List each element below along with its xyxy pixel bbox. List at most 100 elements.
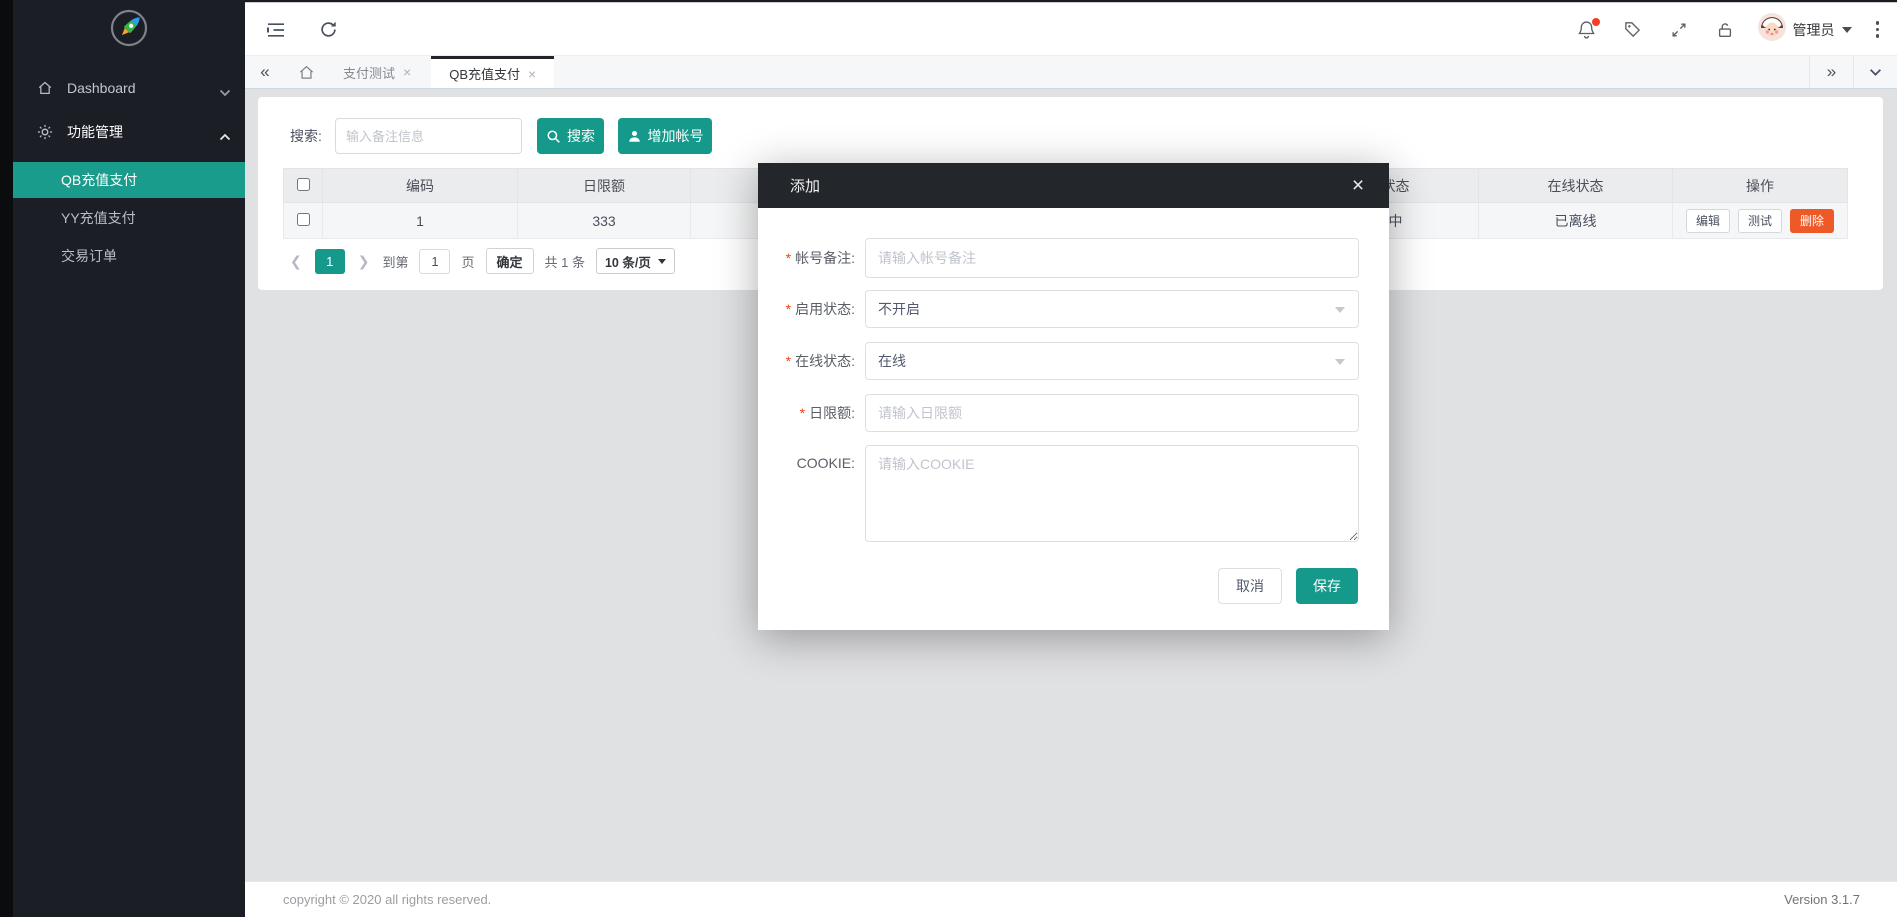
tab-spacer: [554, 56, 1809, 88]
notification-badge: [1592, 18, 1600, 26]
tabs-actions-icon[interactable]: [1853, 56, 1897, 88]
account-note-input[interactable]: [865, 238, 1359, 278]
required-mark: *: [786, 353, 791, 369]
cell-code: 1: [323, 203, 518, 239]
more-menu-icon[interactable]: [1872, 17, 1884, 42]
pagination: ❮ 1 ❯ 到第 页 确定 共 1 条 10 条/页: [288, 248, 675, 274]
sidebar-item-qb-recharge[interactable]: QB充值支付: [13, 162, 245, 198]
add-account-button[interactable]: 增加帐号: [618, 118, 712, 154]
sidebar: Dashboard 功能管理: [0, 0, 245, 917]
page-number[interactable]: 1: [315, 249, 345, 274]
fullscreen-icon[interactable]: [1666, 17, 1692, 43]
screen: Dashboard 功能管理: [0, 0, 1897, 917]
sidebar-menu: Dashboard 功能管理: [13, 66, 245, 274]
topbar-left: [263, 3, 341, 56]
field-label: *日限额:: [758, 394, 855, 432]
delete-button[interactable]: 删除: [1790, 209, 1834, 233]
field-daily-limit: *日限额:: [758, 394, 1389, 432]
required-mark: *: [800, 405, 805, 421]
select-arrow-icon: [1335, 359, 1345, 365]
refresh-icon[interactable]: [315, 17, 341, 43]
copyright-text: copyright © 2020 all rights reserved.: [283, 882, 491, 917]
modal-header: 添加 ×: [758, 163, 1389, 208]
prev-page-icon[interactable]: ❮: [288, 253, 304, 270]
daily-limit-input[interactable]: [865, 394, 1359, 432]
sidebar-item-trade-orders[interactable]: 交易订单: [13, 238, 245, 274]
tag-icon[interactable]: [1620, 17, 1646, 43]
user-menu[interactable]: 管理员: [1758, 13, 1852, 46]
sidebar-item-function-management[interactable]: 功能管理: [13, 110, 245, 154]
goto-prefix: 到第: [382, 252, 408, 271]
search-label: 搜索:: [290, 118, 322, 154]
search-input[interactable]: [335, 118, 522, 154]
lock-icon[interactable]: [1712, 17, 1738, 43]
search-button-label: 搜索: [567, 126, 595, 146]
notification-bell-icon[interactable]: [1574, 17, 1600, 43]
sidebar-item-dashboard[interactable]: Dashboard: [13, 66, 245, 110]
next-page-icon[interactable]: ❯: [356, 253, 372, 270]
tabs-scroll-left-icon[interactable]: «: [245, 56, 285, 88]
chevron-up-icon: [219, 128, 231, 146]
sidebar-edge-strip: [0, 0, 13, 917]
goto-page-input[interactable]: [419, 249, 450, 274]
tab-qb-recharge[interactable]: QB充值支付 ×: [431, 56, 554, 88]
edit-button[interactable]: 编辑: [1686, 209, 1730, 233]
goto-confirm-button[interactable]: 确定: [486, 248, 534, 274]
col-daily-limit: 日限额: [518, 169, 691, 203]
chevron-down-icon: [219, 84, 231, 102]
test-button[interactable]: 测试: [1738, 209, 1782, 233]
home-tab[interactable]: [285, 56, 327, 88]
field-enable-status: *启用状态: 不开启: [758, 290, 1389, 328]
cookie-textarea[interactable]: [865, 445, 1359, 542]
row-select-cell: [284, 203, 323, 239]
col-code: 编码: [323, 169, 518, 203]
sidebar-item-label: 功能管理: [67, 122, 123, 142]
user-name: 管理员: [1793, 20, 1835, 40]
sidebar-submenu: QB充值支付 YY充值支付 交易订单: [13, 162, 245, 274]
footer: copyright © 2020 all rights reserved. Ve…: [245, 881, 1897, 917]
topbar: 管理员: [245, 3, 1897, 56]
save-button[interactable]: 保存: [1296, 568, 1358, 604]
select-arrow-icon: [1335, 307, 1345, 313]
required-mark: *: [786, 301, 791, 317]
online-status-value: 在线: [878, 351, 906, 371]
close-icon[interactable]: ×: [403, 64, 411, 80]
cell-online-status: 已离线: [1479, 203, 1673, 239]
search-button[interactable]: 搜索: [537, 118, 604, 154]
menu-fold-icon[interactable]: [263, 17, 289, 43]
tab-label: 支付测试: [343, 63, 395, 82]
version-text: Version 3.1.7: [1784, 882, 1860, 917]
caret-down-icon: [1842, 27, 1852, 33]
required-mark: *: [786, 250, 791, 266]
enable-status-value: 不开启: [878, 299, 920, 319]
rocket-logo-icon: [108, 7, 150, 54]
cell-daily-limit: 333: [518, 203, 691, 239]
search-icon: [546, 129, 561, 144]
modal-close-icon[interactable]: ×: [1341, 163, 1375, 208]
tab-bar: « 支付测试 × QB充值支付 × »: [245, 56, 1897, 89]
field-cookie: COOKIE:: [758, 445, 1389, 542]
topbar-right: 管理员: [1574, 3, 1884, 56]
page-size-select[interactable]: 10 条/页: [596, 248, 675, 274]
online-status-select[interactable]: 在线: [865, 342, 1359, 380]
field-label: *启用状态:: [758, 290, 855, 328]
tabs-scroll-right-icon[interactable]: »: [1809, 56, 1853, 88]
select-all-checkbox[interactable]: [297, 178, 310, 191]
gear-icon: [37, 124, 53, 140]
modal-title: 添加: [790, 175, 820, 196]
sidebar-item-yy-recharge[interactable]: YY充值支付: [13, 200, 245, 236]
field-label: *在线状态:: [758, 342, 855, 380]
select-arrow-icon: [658, 259, 666, 264]
window-top-edge: [0, 0, 1897, 3]
total-count: 共 1 条: [545, 252, 585, 271]
app-logo[interactable]: [13, 6, 245, 54]
tab-label: QB充值支付: [449, 64, 520, 83]
field-label: *帐号备注:: [758, 238, 855, 278]
tab-payment-test[interactable]: 支付测试 ×: [327, 56, 427, 88]
home-icon: [37, 80, 53, 96]
cancel-button[interactable]: 取消: [1218, 568, 1282, 604]
enable-status-select[interactable]: 不开启: [865, 290, 1359, 328]
close-icon[interactable]: ×: [528, 66, 536, 82]
row-checkbox[interactable]: [297, 213, 310, 226]
home-icon: [298, 64, 315, 81]
